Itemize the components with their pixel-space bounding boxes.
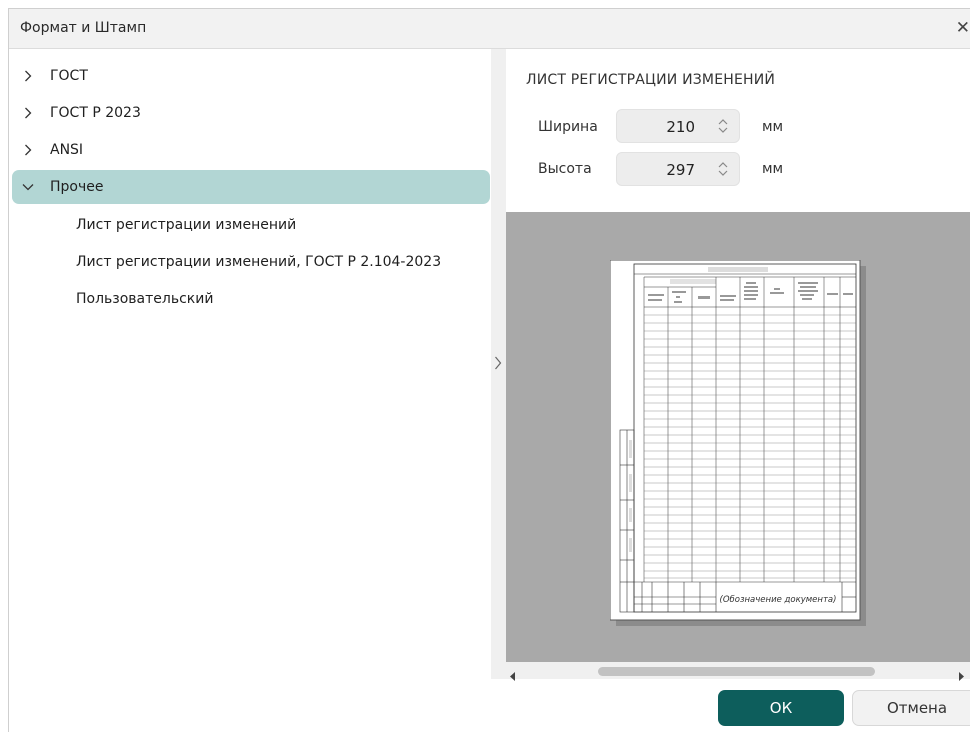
chevron-right-icon — [20, 107, 36, 119]
panel-splitter[interactable] — [491, 49, 506, 679]
sheet-preview: (Обозначение документа) — [506, 212, 970, 662]
spin-arrows-icon[interactable] — [717, 159, 729, 183]
width-unit: мм — [762, 119, 784, 135]
close-icon[interactable]: ✕ — [956, 18, 970, 38]
width-value: 210 — [666, 118, 695, 136]
height-label: Высота — [538, 161, 592, 177]
scroll-left-icon[interactable] — [510, 666, 516, 685]
chevron-right-icon — [20, 144, 36, 156]
format-title: ЛИСТ РЕГИСТРАЦИИ ИЗМЕНЕНИЙ — [526, 72, 776, 88]
tree-item-label: ГОСТ Р 2023 — [50, 105, 141, 121]
scrollbar-thumb[interactable] — [598, 667, 875, 676]
tree-item-gost-r-2023[interactable]: ГОСТ Р 2023 — [12, 96, 490, 130]
height-unit: мм — [762, 161, 784, 177]
chevron-down-icon — [20, 183, 36, 191]
chevron-right-icon — [20, 70, 36, 82]
cancel-button[interactable]: Отмена — [852, 690, 970, 726]
horizontal-scrollbar[interactable] — [506, 662, 970, 681]
sheet-preview-image: (Обозначение документа) — [610, 260, 866, 626]
title-bar: Формат и Штамп ✕ — [9, 9, 970, 49]
tree-item-label: ANSI — [50, 142, 84, 158]
format-tree: ГОСТ ГОСТ Р 2023 ANSI Прочее Лист регист… — [9, 49, 491, 679]
stamp-designation-text: (Обозначение документа) — [720, 595, 837, 605]
width-spinbox[interactable]: 210 — [616, 109, 740, 143]
scroll-right-icon[interactable] — [958, 666, 964, 685]
tree-item-change-sheet-gost[interactable]: Лист регистрации изменений, ГОСТ Р 2.104… — [76, 247, 441, 277]
tree-item-other[interactable]: Прочее — [12, 170, 490, 204]
tree-item-ansi[interactable]: ANSI — [12, 133, 490, 167]
spin-arrows-icon[interactable] — [717, 116, 729, 140]
format-panel: ЛИСТ РЕГИСТРАЦИИ ИЗМЕНЕНИЙ Ширина 210 мм… — [506, 49, 970, 681]
tree-item-label: ГОСТ — [50, 68, 88, 84]
width-label: Ширина — [538, 119, 598, 135]
tree-item-custom[interactable]: Пользовательский — [76, 284, 213, 314]
chevron-right-icon[interactable] — [494, 355, 502, 374]
tree-item-change-sheet[interactable]: Лист регистрации изменений — [76, 210, 296, 240]
dialog-title: Формат и Штамп — [20, 20, 147, 36]
height-spinbox[interactable]: 297 — [616, 152, 740, 186]
format-stamp-dialog: Формат и Штамп ✕ ГОСТ ГОСТ Р 2023 ANSI П… — [8, 8, 970, 732]
tree-item-gost[interactable]: ГОСТ — [12, 59, 490, 93]
height-value: 297 — [666, 161, 695, 179]
tree-item-label: Прочее — [50, 179, 104, 195]
ok-button[interactable]: ОК — [718, 690, 844, 726]
